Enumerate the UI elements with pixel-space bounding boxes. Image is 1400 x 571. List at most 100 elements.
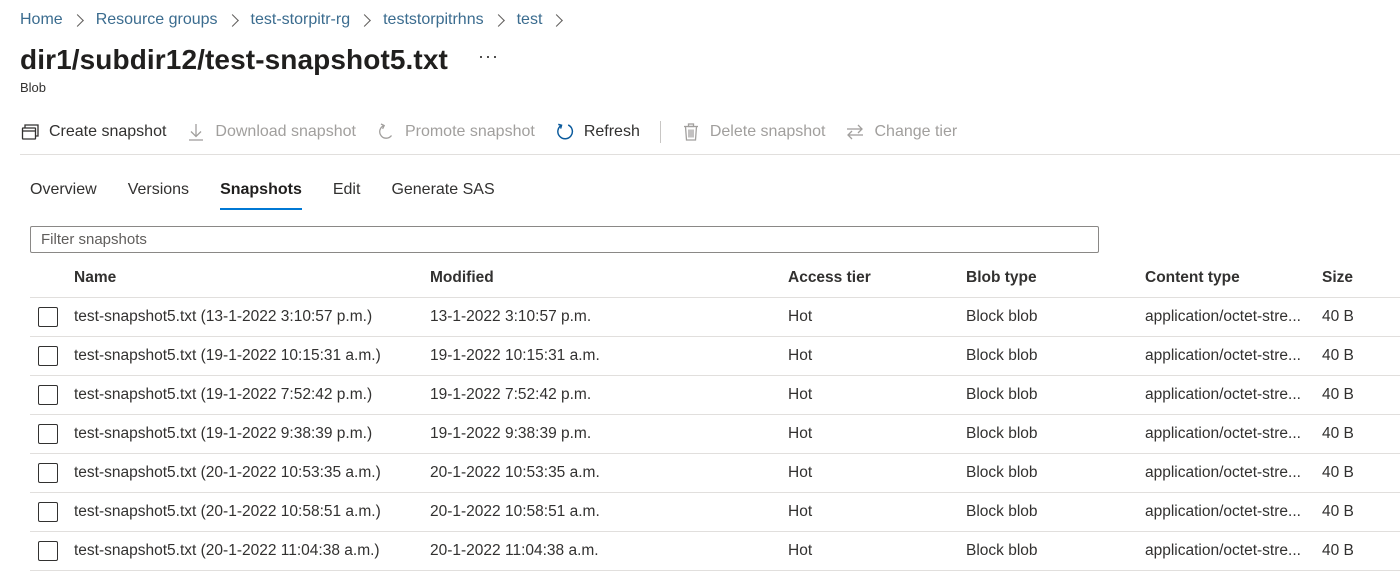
breadcrumb: Home Resource groups test-storpitr-rg te…: [20, 9, 575, 31]
snapshot-size: 40 B: [1322, 425, 1354, 442]
snapshot-modified: 20-1-2022 10:53:35 a.m.: [430, 464, 600, 481]
table-row[interactable]: test-snapshot5.txt (19-1-2022 7:52:42 p.…: [30, 376, 1400, 415]
row-checkbox-cell: [38, 376, 60, 414]
change-tier-label: Change tier: [874, 123, 958, 140]
tab-overview[interactable]: Overview: [30, 176, 97, 210]
filter-snapshots-input[interactable]: [41, 227, 1088, 252]
create-snapshot-icon: [20, 122, 40, 142]
snapshot-blob-type: Block blob: [966, 464, 1038, 481]
filter-box: [30, 226, 1099, 253]
tab-versions[interactable]: Versions: [128, 176, 189, 210]
snapshot-content-type: application/octet-stre...: [1145, 386, 1301, 403]
snapshot-content-type: application/octet-stre...: [1145, 308, 1301, 325]
more-options-button[interactable]: ···: [478, 47, 499, 65]
snapshot-name[interactable]: test-snapshot5.txt (19-1-2022 10:15:31 a…: [74, 337, 424, 375]
snapshot-access-tier: Hot: [788, 347, 813, 364]
download-icon: [186, 122, 206, 142]
row-checkbox-cell: [38, 337, 60, 375]
snapshot-content-type: application/octet-stre...: [1145, 464, 1301, 481]
row-checkbox[interactable]: [38, 541, 58, 561]
row-checkbox-cell: [38, 493, 60, 531]
breadcrumb-home[interactable]: Home: [20, 11, 63, 29]
snapshot-access-tier: Hot: [788, 386, 813, 403]
snapshot-access-tier: Hot: [788, 464, 813, 481]
snapshot-modified: 19-1-2022 7:52:42 p.m.: [430, 386, 592, 403]
create-snapshot-button[interactable]: Create snapshot: [20, 122, 166, 142]
column-header-size[interactable]: Size: [1322, 258, 1392, 297]
snapshot-access-tier: Hot: [788, 542, 813, 559]
chevron-right-icon: [491, 13, 505, 27]
row-checkbox[interactable]: [38, 346, 58, 366]
snapshot-name[interactable]: test-snapshot5.txt (13-1-2022 3:10:57 p.…: [74, 298, 424, 336]
tab-generate-sas[interactable]: Generate SAS: [391, 176, 494, 210]
download-snapshot-button[interactable]: Download snapshot: [186, 122, 356, 142]
change-tier-button[interactable]: Change tier: [845, 122, 957, 142]
snapshot-size: 40 B: [1322, 347, 1354, 364]
snapshot-access-tier: Hot: [788, 308, 813, 325]
toolbar-divider: [659, 121, 661, 143]
create-snapshot-label: Create snapshot: [49, 123, 167, 140]
row-checkbox[interactable]: [38, 385, 58, 405]
chevron-right-icon: [70, 13, 84, 27]
trash-icon: [681, 122, 701, 142]
table-row[interactable]: test-snapshot5.txt (13-1-2022 3:10:57 p.…: [30, 298, 1400, 337]
tab-snapshots[interactable]: Snapshots: [220, 176, 302, 210]
snapshot-blob-type: Block blob: [966, 503, 1038, 520]
snapshot-name[interactable]: test-snapshot5.txt (19-1-2022 9:38:39 p.…: [74, 415, 424, 453]
snapshot-blob-type: Block blob: [966, 542, 1038, 559]
table-row[interactable]: test-snapshot5.txt (20-1-2022 10:53:35 a…: [30, 454, 1400, 493]
column-header-blob-type[interactable]: Blob type: [966, 258, 1136, 297]
snapshot-modified: 19-1-2022 9:38:39 p.m.: [430, 425, 592, 442]
row-checkbox-cell: [38, 415, 60, 453]
table-row[interactable]: test-snapshot5.txt (20-1-2022 11:04:38 a…: [30, 532, 1400, 571]
snapshot-size: 40 B: [1322, 542, 1354, 559]
row-checkbox-cell: [38, 454, 60, 492]
tab-edit[interactable]: Edit: [333, 176, 361, 210]
snapshot-content-type: application/octet-stre...: [1145, 425, 1301, 442]
row-checkbox-cell: [38, 298, 60, 336]
snapshot-content-type: application/octet-stre...: [1145, 347, 1301, 364]
row-checkbox[interactable]: [38, 463, 58, 483]
column-header-name[interactable]: Name: [74, 258, 424, 297]
row-checkbox[interactable]: [38, 424, 58, 444]
table-row[interactable]: test-snapshot5.txt (19-1-2022 9:38:39 p.…: [30, 415, 1400, 454]
snapshot-modified: 19-1-2022 10:15:31 a.m.: [430, 347, 600, 364]
snapshot-size: 40 B: [1322, 386, 1354, 403]
column-header-modified[interactable]: Modified: [430, 258, 780, 297]
row-checkbox[interactable]: [38, 502, 58, 522]
breadcrumb-container[interactable]: test: [517, 11, 543, 29]
snapshot-modified: 20-1-2022 11:04:38 a.m.: [430, 542, 599, 559]
swap-arrows-icon: [845, 122, 865, 142]
refresh-button[interactable]: Refresh: [555, 122, 640, 142]
snapshot-modified: 20-1-2022 10:58:51 a.m.: [430, 503, 600, 520]
promote-icon: [376, 122, 396, 142]
breadcrumb-resource-group[interactable]: test-storpitr-rg: [251, 11, 351, 29]
breadcrumb-storage-account[interactable]: teststorpitrhns: [383, 11, 483, 29]
snapshot-blob-type: Block blob: [966, 386, 1038, 403]
snapshot-content-type: application/octet-stre...: [1145, 503, 1301, 520]
toolbar-separator: [20, 154, 1400, 155]
snapshot-name[interactable]: test-snapshot5.txt (20-1-2022 11:04:38 a…: [74, 532, 424, 570]
breadcrumb-resource-groups[interactable]: Resource groups: [96, 11, 218, 29]
table-row[interactable]: test-snapshot5.txt (20-1-2022 10:58:51 a…: [30, 493, 1400, 532]
snapshot-name[interactable]: test-snapshot5.txt (20-1-2022 10:53:35 a…: [74, 454, 424, 492]
command-bar: Create snapshot Download snapshot Promot…: [20, 114, 977, 150]
snapshot-size: 40 B: [1322, 464, 1354, 481]
title-row: dir1/subdir12/test-snapshot5.txt ···: [20, 40, 499, 80]
delete-snapshot-label: Delete snapshot: [709, 123, 826, 140]
snapshots-table: Name Modified Access tier Blob type Cont…: [30, 258, 1400, 571]
snapshot-access-tier: Hot: [788, 425, 813, 442]
chevron-right-icon: [225, 13, 239, 27]
snapshot-name[interactable]: test-snapshot5.txt (19-1-2022 7:52:42 p.…: [74, 376, 424, 414]
row-checkbox[interactable]: [38, 307, 58, 327]
table-row[interactable]: test-snapshot5.txt (19-1-2022 10:15:31 a…: [30, 337, 1400, 376]
column-header-access-tier[interactable]: Access tier: [788, 258, 958, 297]
snapshot-size: 40 B: [1322, 308, 1354, 325]
page-title: dir1/subdir12/test-snapshot5.txt: [20, 44, 448, 75]
column-header-content-type[interactable]: Content type: [1145, 258, 1311, 297]
snapshot-name[interactable]: test-snapshot5.txt (20-1-2022 10:58:51 a…: [74, 493, 424, 531]
promote-snapshot-button[interactable]: Promote snapshot: [376, 122, 535, 142]
download-snapshot-label: Download snapshot: [215, 123, 356, 140]
delete-snapshot-button[interactable]: Delete snapshot: [681, 122, 826, 142]
snapshot-content-type: application/octet-stre...: [1145, 542, 1301, 559]
